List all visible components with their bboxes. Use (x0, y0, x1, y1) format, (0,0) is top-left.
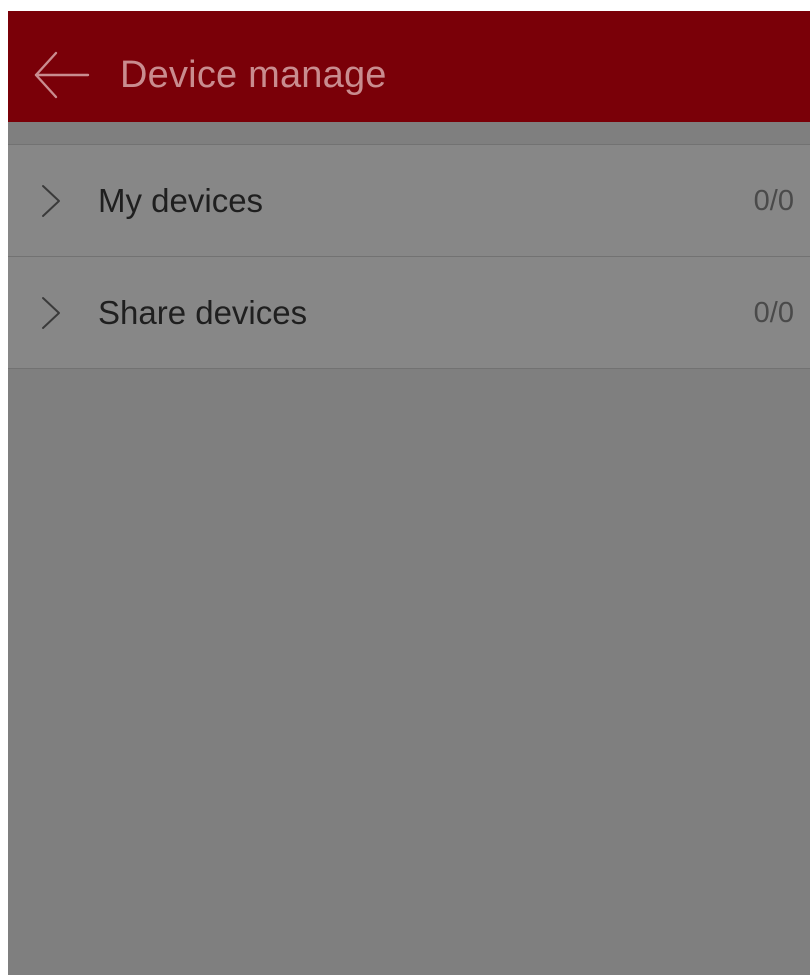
device-count: 0/0 (753, 297, 794, 329)
device-manage-screen: Device manage My devices 0/0 Share devic… (8, 11, 810, 975)
page-title: Device manage (120, 54, 387, 96)
arrow-left-icon (34, 51, 90, 99)
back-button[interactable] (30, 45, 94, 105)
device-count: 0/0 (753, 185, 794, 217)
device-list: My devices 0/0 Share devices 0/0 (8, 144, 810, 369)
spacer-band (8, 122, 810, 144)
list-item-label: My devices (98, 182, 264, 219)
chevron-right-icon (40, 183, 62, 219)
list-item-label: Share devices (98, 294, 308, 331)
list-item-my-devices[interactable]: My devices 0/0 (8, 145, 810, 257)
app-bar: Device manage (8, 11, 810, 122)
list-item-share-devices[interactable]: Share devices 0/0 (8, 257, 810, 369)
chevron-right-icon (40, 295, 62, 331)
